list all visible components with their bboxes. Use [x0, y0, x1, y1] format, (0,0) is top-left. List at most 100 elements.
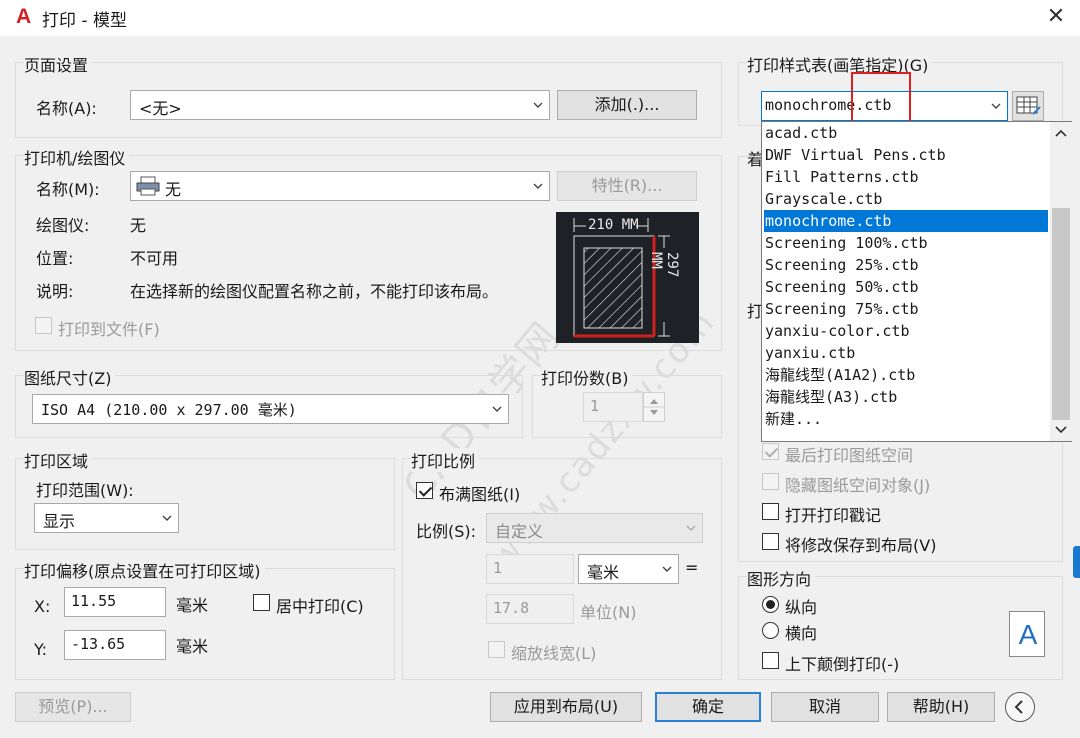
- center-plot-checkbox[interactable]: [253, 594, 270, 611]
- ok-button[interactable]: 确定: [655, 692, 761, 722]
- print-to-file-checkbox[interactable]: [35, 317, 52, 334]
- offset-x-label: X:: [34, 597, 51, 616]
- save-changes-checkbox[interactable]: [762, 533, 779, 550]
- scale-value1-input[interactable]: 1: [486, 554, 574, 584]
- offset-y-input[interactable]: -13.65: [64, 630, 166, 660]
- paper-preview: 210 MM 297 MM: [556, 212, 699, 343]
- upside-down-checkbox[interactable]: [762, 652, 779, 669]
- printer-properties-button[interactable]: 特性(R)...: [557, 171, 697, 201]
- upside-down-label: 上下颠倒打印(-): [785, 655, 900, 674]
- plot-style-dropdown-list[interactable]: acad.ctb DWF Virtual Pens.ctb Fill Patte…: [761, 121, 1072, 442]
- add-page-setup-button[interactable]: 添加(.)...: [557, 90, 697, 120]
- scale-select[interactable]: 自定义: [486, 513, 703, 543]
- plot-area-legend: 打印区域: [24, 448, 93, 472]
- page-setup-name-value: <无>: [139, 99, 182, 118]
- plot-style-option[interactable]: Screening 50%.ctb: [764, 276, 1048, 298]
- plot-style-option[interactable]: Fill Patterns.ctb: [764, 166, 1048, 188]
- paper-size-select[interactable]: ISO A4 (210.00 x 297.00 毫米): [32, 394, 509, 424]
- landscape-label: 横向: [785, 624, 818, 643]
- scale-unit-value: 毫米: [587, 563, 620, 582]
- location-label: 位置:: [36, 249, 74, 268]
- page-setup-legend: 页面设置: [24, 52, 93, 76]
- plot-style-option[interactable]: Screening 75%.ctb: [764, 298, 1048, 320]
- scale-equals-sign: =: [685, 558, 699, 577]
- printer-name-select[interactable]: 无: [130, 171, 550, 201]
- chevron-left-icon: [1014, 700, 1023, 714]
- expand-side-tab[interactable]: [1073, 546, 1080, 578]
- cancel-button[interactable]: 取消: [771, 692, 879, 722]
- plotter-value: 无: [130, 216, 147, 235]
- plot-range-select[interactable]: 显示: [34, 503, 179, 533]
- paper-size-legend: 图纸尺寸(Z): [24, 365, 116, 389]
- spinner-arrows-icon: [644, 399, 664, 415]
- plot-scale-legend: 打印比例: [411, 448, 480, 472]
- scale-label: 比例(S):: [416, 522, 477, 541]
- portrait-radio[interactable]: [762, 596, 779, 613]
- chevron-down-icon: [533, 183, 543, 189]
- location-value: 不可用: [130, 249, 179, 268]
- chevron-down-icon: [686, 525, 696, 531]
- printer-icon: [136, 176, 160, 196]
- chevron-down-icon: [991, 103, 1001, 109]
- printer-name-label: 名称(M):: [36, 180, 100, 199]
- printer-legend: 打印机/绘图仪: [24, 145, 130, 169]
- orientation-letter: A: [1018, 619, 1038, 650]
- scroll-thumb[interactable]: [1052, 208, 1070, 420]
- chevron-down-icon: [162, 515, 172, 521]
- portrait-label: 纵向: [785, 598, 818, 617]
- print-to-file-label: 打印到文件(F): [58, 320, 160, 339]
- description-value: 在选择新的绘图仪配置名称之前，不能打印该布局。: [130, 282, 499, 301]
- chevron-down-icon: [533, 102, 543, 108]
- hide-objects-checkbox[interactable]: [762, 473, 779, 490]
- close-icon[interactable]: ✕: [1042, 4, 1070, 30]
- plot-style-option[interactable]: Screening 100%.ctb: [764, 232, 1048, 254]
- save-changes-label: 将修改保存到布局(V): [785, 536, 937, 555]
- offset-y-unit: 毫米: [176, 637, 209, 656]
- fit-to-paper-checkbox[interactable]: [416, 482, 433, 499]
- plot-style-option[interactable]: 海龍线型(A1A2).ctb: [764, 364, 1048, 386]
- scroll-up-icon[interactable]: [1055, 128, 1067, 138]
- last-paperspace-label: 最后打印图纸空间: [785, 446, 914, 465]
- edit-plot-style-button[interactable]: [1012, 91, 1044, 121]
- plot-style-option[interactable]: yanxiu-color.ctb: [764, 320, 1048, 342]
- highlight-box: [851, 72, 911, 126]
- plot-style-option[interactable]: yanxiu.ctb: [764, 342, 1048, 364]
- plot-style-option-new[interactable]: 新建...: [764, 408, 1048, 430]
- plot-style-option-selected[interactable]: monochrome.ctb: [764, 210, 1048, 232]
- scale-value2-input[interactable]: 17.8: [486, 594, 574, 624]
- scale-value: 自定义: [495, 522, 544, 541]
- scroll-down-icon[interactable]: [1055, 425, 1067, 435]
- offset-x-input[interactable]: 11.55: [64, 587, 166, 617]
- window-title: 打印 - 模型: [42, 11, 127, 31]
- offset-x-unit: 毫米: [176, 596, 209, 615]
- plot-style-option[interactable]: Grayscale.ctb: [764, 188, 1048, 210]
- last-paperspace-checkbox[interactable]: [762, 443, 779, 460]
- landscape-radio[interactable]: [762, 622, 779, 639]
- collapse-options-button[interactable]: [1005, 692, 1035, 722]
- apply-to-layout-button[interactable]: 应用到布局(U): [490, 692, 642, 722]
- plot-range-value: 显示: [43, 512, 76, 531]
- orientation-legend: 图形方向: [747, 566, 816, 590]
- description-label: 说明:: [36, 282, 74, 301]
- scale-unit-label: 单位(N): [580, 603, 637, 622]
- paper-size-value: ISO A4 (210.00 x 297.00 毫米): [41, 401, 297, 419]
- chevron-down-icon: [492, 406, 502, 412]
- printer-name-value: 无: [165, 180, 182, 199]
- scale-lineweights-label: 缩放线宽(L): [511, 644, 597, 663]
- offset-y-label: Y:: [34, 640, 48, 659]
- copies-spinner[interactable]: [643, 392, 665, 422]
- plot-style-option[interactable]: acad.ctb: [764, 122, 1048, 144]
- preview-button[interactable]: 预览(P)...: [15, 692, 131, 722]
- copies-input[interactable]: 1: [583, 392, 643, 422]
- plot-stamp-checkbox[interactable]: [762, 503, 779, 520]
- plot-style-option[interactable]: 海龍线型(A3).ctb: [764, 386, 1048, 408]
- preview-height-label: 297 MM: [648, 252, 680, 278]
- help-button[interactable]: 帮助(H): [887, 692, 995, 722]
- plot-style-option[interactable]: DWF Virtual Pens.ctb: [764, 144, 1048, 166]
- scale-unit-select[interactable]: 毫米: [578, 554, 679, 584]
- dropdown-scrollbar[interactable]: [1050, 122, 1072, 441]
- scale-lineweights-checkbox[interactable]: [488, 641, 505, 658]
- plot-style-option[interactable]: Screening 25%.ctb: [764, 254, 1048, 276]
- page-setup-name-select[interactable]: <无>: [130, 90, 550, 120]
- center-plot-label: 居中打印(C): [276, 597, 364, 616]
